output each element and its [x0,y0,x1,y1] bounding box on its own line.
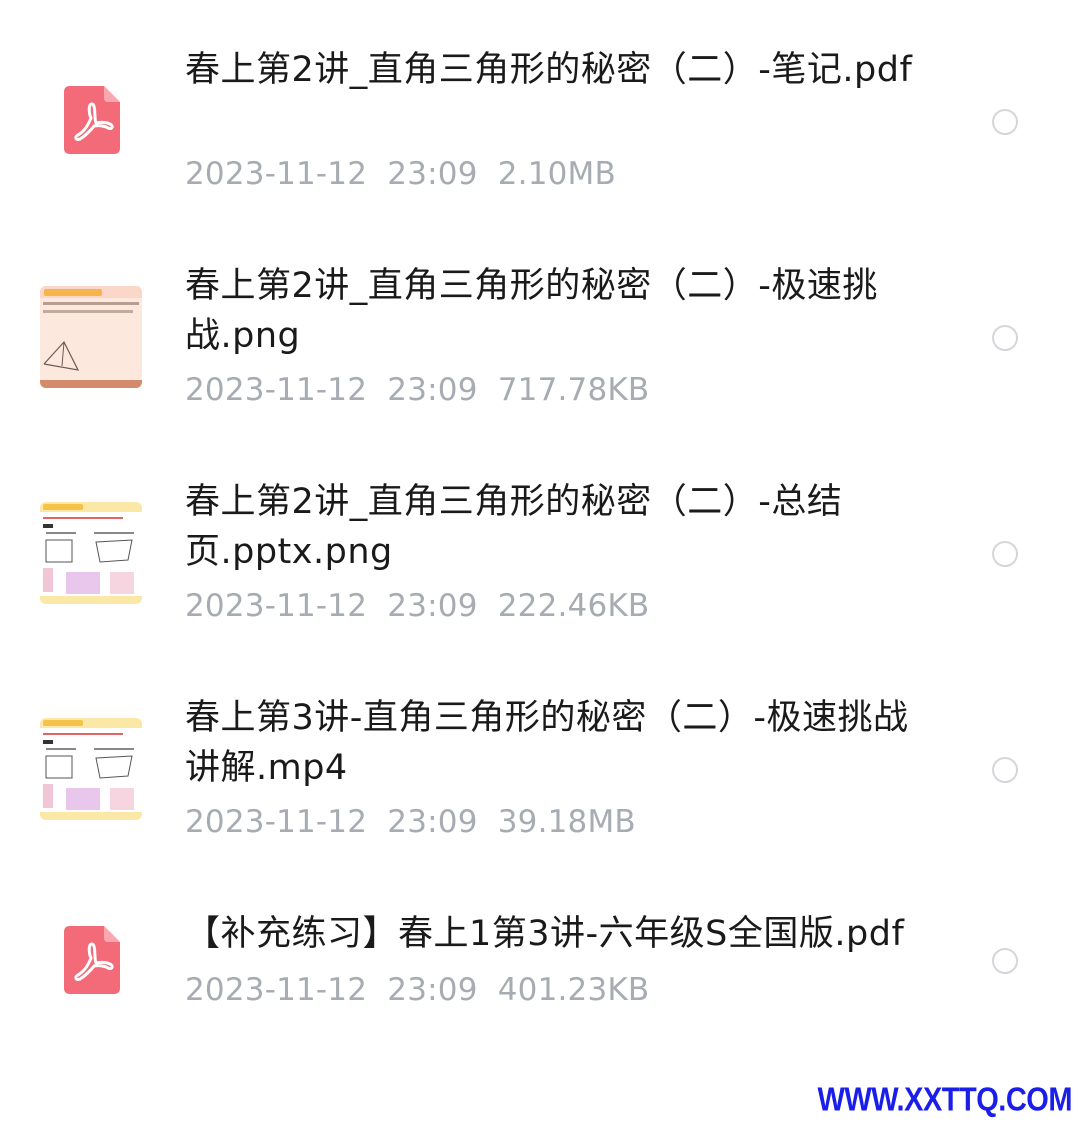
select-radio[interactable] [992,948,1018,974]
file-name: 春上第2讲_直角三角形的秘密（二）-极速挑战.png [185,266,878,356]
file-date: 2023-11-12 [185,588,368,624]
pdf-file-icon [64,86,120,154]
file-list-item[interactable]: 春上第3讲-直角三角形的秘密（二）-极速挑战讲解.mp4 2023-11-12 … [0,648,1080,864]
file-meta: 2023-11-12 23:09 39.18MB [185,804,636,840]
file-meta: 2023-11-12 23:09 717.78KB [185,372,649,408]
file-size: 222.46KB [497,588,650,624]
file-time: 23:09 [387,372,478,408]
file-size: 401.23KB [497,972,650,1008]
video-thumbnail-icon [40,718,142,820]
file-time: 23:09 [387,972,478,1008]
file-time: 23:09 [387,804,478,840]
file-meta: 2023-11-12 23:09 2.10MB [185,156,616,192]
select-radio[interactable] [992,325,1018,351]
file-date: 2023-11-12 [185,156,368,192]
file-list-item[interactable]: 春上第2讲_直角三角形的秘密（二）-总结页.pptx.png 2023-11-1… [0,432,1080,648]
file-name: 春上第3讲-直角三角形的秘密（二）-极速挑战讲解.mp4 [185,698,909,788]
file-list-item[interactable]: 春上第2讲_直角三角形的秘密（二）-极速挑战.png 2023-11-12 23… [0,216,1080,432]
image-thumbnail-icon [40,286,142,388]
file-list-item[interactable]: 春上第2讲_直角三角形的秘密（二）-笔记.pdf 2023-11-12 23:0… [0,0,1080,216]
file-meta: 2023-11-12 23:09 401.23KB [185,972,649,1008]
file-time: 23:09 [387,156,478,192]
file-name: 【补充练习】春上1第3讲-六年级S全国版.pdf [185,914,905,954]
file-size: 2.10MB [497,156,616,192]
select-radio[interactable] [992,109,1018,135]
file-size: 39.18MB [497,804,636,840]
file-date: 2023-11-12 [185,972,368,1008]
file-size: 717.78KB [497,372,650,408]
watermark: WWW.XXTTQ.COM [817,1081,1073,1119]
file-name: 春上第2讲_直角三角形的秘密（二）-总结页.pptx.png [185,482,843,572]
image-thumbnail-icon [40,502,142,604]
file-date: 2023-11-12 [185,372,368,408]
pdf-file-icon [64,926,120,994]
file-meta: 2023-11-12 23:09 222.46KB [185,588,649,624]
file-name: 春上第2讲_直角三角形的秘密（二）-笔记.pdf [185,50,913,90]
file-time: 23:09 [387,588,478,624]
file-list-item[interactable]: 【补充练习】春上1第3讲-六年级S全国版.pdf 2023-11-12 23:0… [0,864,1080,1054]
file-date: 2023-11-12 [185,804,368,840]
select-radio[interactable] [992,541,1018,567]
select-radio[interactable] [992,757,1018,783]
